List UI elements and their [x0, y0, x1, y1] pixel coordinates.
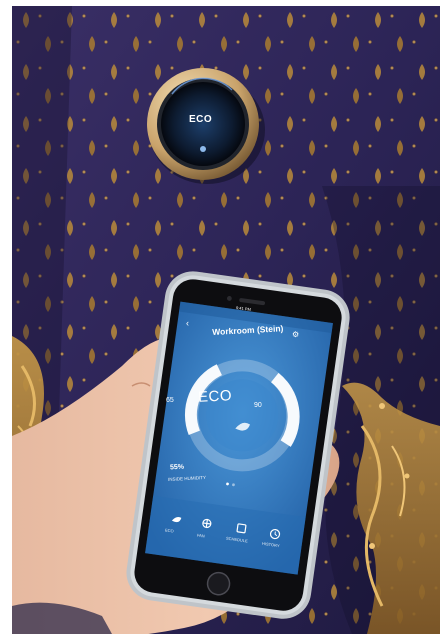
back-icon[interactable]: ‹ [186, 318, 189, 328]
nav-eco-label[interactable]: ECO [165, 527, 174, 533]
thermostat-mode-label: ECO [189, 114, 213, 125]
nav-fan-label[interactable]: FAN [197, 532, 205, 538]
high-setpoint[interactable]: 90 [254, 402, 262, 409]
low-setpoint[interactable]: 65 [166, 397, 174, 404]
humidity-value: 55% [169, 463, 185, 472]
mode-label: ECO [197, 387, 233, 406]
settings-gear-icon[interactable]: ⚙ [292, 330, 299, 339]
